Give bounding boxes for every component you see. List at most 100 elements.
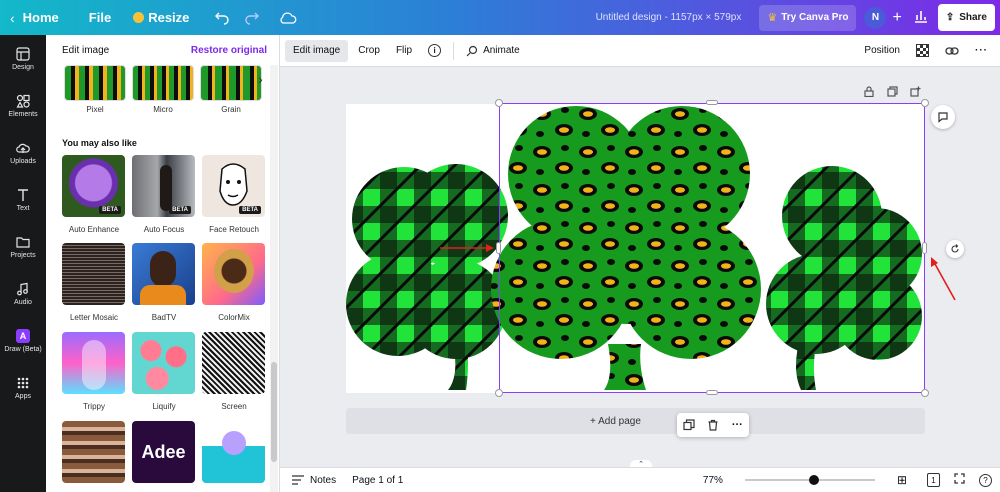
undo-button[interactable]: [207, 0, 237, 35]
help-button[interactable]: ?: [979, 473, 992, 487]
flip-button[interactable]: Flip: [388, 40, 420, 62]
sidebar-item-uploads[interactable]: Uploads: [0, 129, 46, 176]
effect-thumb-row4-2[interactable]: Adee: [132, 421, 195, 483]
page-indicator[interactable]: Page 1 of 1: [352, 475, 403, 486]
sidebar-item-design[interactable]: Design: [0, 35, 46, 82]
upload-icon: ⇪: [945, 12, 955, 23]
sidebar-label: Elements: [8, 110, 38, 118]
share-button[interactable]: ⇪ Share: [937, 4, 995, 31]
sidebar-item-apps[interactable]: Apps: [0, 364, 46, 411]
sidebar-item-projects[interactable]: Projects: [0, 223, 46, 270]
transparency-checker-icon: [916, 44, 929, 57]
resize-handle-bottom-right[interactable]: [921, 389, 929, 397]
beta-badge: BETA: [99, 206, 121, 214]
effect-thumb-trippy[interactable]: [62, 332, 125, 394]
notes-button[interactable]: Notes: [292, 475, 336, 486]
animate-label: Animate: [483, 45, 520, 56]
context-toolbar: Edit image Crop Flip i Animate Position …: [280, 35, 1000, 67]
position-button[interactable]: Position: [856, 40, 908, 62]
add-page-label: + Add page: [590, 415, 641, 427]
effect-thumb-colormix[interactable]: [202, 243, 265, 305]
page-count-button[interactable]: 1: [927, 473, 940, 487]
insights-button[interactable]: [914, 9, 928, 26]
cloud-icon: [280, 11, 297, 24]
resize-handle-left[interactable]: [496, 242, 501, 254]
effect-thumb-auto-enhance[interactable]: BETA: [62, 155, 125, 217]
effect-thumb-row4-1[interactable]: [62, 421, 125, 483]
bar-chart-icon: [914, 11, 927, 23]
add-member-button[interactable]: +: [892, 9, 901, 27]
add-page-button[interactable]: + Add page: [346, 408, 925, 434]
effect-thumb-row4-3[interactable]: [202, 421, 265, 483]
effect-thumb-grain[interactable]: [200, 65, 262, 101]
effect-label: Pixel: [86, 105, 104, 114]
zoom-percentage[interactable]: 77%: [703, 475, 723, 486]
resize-handle-top-right[interactable]: [921, 99, 929, 107]
panel-scrollbar[interactable]: [271, 362, 277, 462]
lock-page-button[interactable]: [862, 84, 876, 98]
resize-handle-top[interactable]: [706, 100, 718, 105]
resize-handle-top-left[interactable]: [495, 99, 503, 107]
effect-thumb-liquify[interactable]: [132, 332, 195, 394]
trash-icon[interactable]: [707, 419, 719, 431]
comment-add-icon: [938, 112, 948, 123]
beta-badge: BETA: [239, 206, 261, 214]
resize-handle-right[interactable]: [922, 242, 927, 254]
sidebar-item-audio[interactable]: Audio: [0, 270, 46, 317]
link-icon: [945, 46, 959, 55]
resize-button[interactable]: Resize: [125, 0, 197, 35]
home-button[interactable]: ‹ Home: [0, 0, 67, 35]
help-icon: ?: [983, 475, 988, 485]
home-label: Home: [22, 10, 59, 25]
document-title[interactable]: Untitled design - 1157px × 579px: [596, 12, 742, 23]
lock-icon: [864, 85, 874, 97]
notes-label: Notes: [310, 474, 337, 486]
animate-button[interactable]: Animate: [458, 40, 528, 62]
effect-thumb-auto-focus[interactable]: BETA: [132, 155, 195, 217]
zoom-slider[interactable]: [744, 475, 875, 485]
add-page-icon-button[interactable]: [908, 84, 922, 98]
zoom-slider-thumb[interactable]: [808, 475, 819, 485]
restore-original-link[interactable]: Restore original: [191, 45, 267, 56]
fullscreen-button[interactable]: [954, 473, 965, 487]
redo-button[interactable]: [237, 0, 267, 35]
page-count: 1: [931, 475, 936, 485]
effect-thumb-letter-mosaic[interactable]: [62, 243, 125, 305]
effect-thumb-face-retouch[interactable]: BETA: [202, 155, 265, 217]
save-status[interactable]: [271, 0, 305, 35]
sidebar-label: Projects: [10, 251, 36, 259]
effect-thumb-badtv[interactable]: [132, 243, 195, 305]
comment-button[interactable]: [931, 105, 955, 129]
transparency-button[interactable]: [908, 40, 937, 62]
link-button[interactable]: [937, 40, 967, 62]
effect-thumb-micro[interactable]: [132, 65, 194, 101]
effect-thumb-pixel[interactable]: [64, 65, 126, 101]
carousel-next-button[interactable]: ›: [258, 71, 263, 87]
effect-label: Letter Mosaic: [69, 313, 119, 322]
crop-button[interactable]: Crop: [350, 40, 388, 62]
try-pro-button[interactable]: ♛ Try Canva Pro: [759, 4, 857, 31]
info-button[interactable]: i: [420, 40, 449, 62]
resize-label: Resize: [148, 10, 190, 25]
resize-handle-bottom[interactable]: [706, 390, 718, 395]
left-plaid-shamrock: [346, 164, 508, 390]
file-menu[interactable]: File: [81, 0, 119, 35]
duplicate-page-button[interactable]: [885, 84, 899, 98]
edit-image-button[interactable]: Edit image: [285, 39, 349, 62]
effect-label: BadTV: [151, 313, 177, 322]
copy-icon[interactable]: [683, 419, 695, 431]
toolbar-divider: [453, 41, 455, 60]
selection-box[interactable]: [499, 103, 925, 393]
avatar[interactable]: N: [864, 6, 887, 29]
more-options-button[interactable]: ···: [967, 40, 996, 62]
rotate-button[interactable]: [946, 240, 964, 258]
sidebar-item-draw[interactable]: A Draw (Beta): [0, 317, 46, 364]
resize-handle-bottom-left[interactable]: [495, 389, 503, 397]
effect-thumb-screen[interactable]: [202, 332, 265, 394]
sidebar-item-elements[interactable]: Elements: [0, 82, 46, 129]
grid-view-button[interactable]: ⊞: [897, 473, 907, 487]
undo-icon: [215, 12, 230, 25]
sidebar-label: Draw (Beta): [4, 345, 42, 353]
more-dots-icon[interactable]: ···: [732, 419, 743, 431]
sidebar-item-text[interactable]: Text: [0, 176, 46, 223]
